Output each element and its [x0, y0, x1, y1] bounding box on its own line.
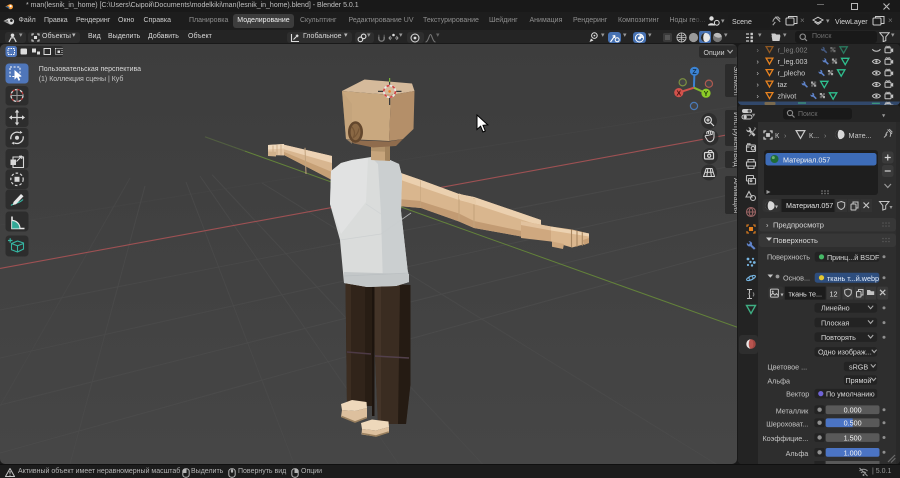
svg-text:Альфа: Альфа [786, 449, 809, 458]
svg-text:ткань т...й.webp: ткань т...й.webp [827, 274, 879, 283]
svg-text:Одно изображ...: Одно изображ... [818, 348, 872, 357]
svg-text:Опции: Опции [704, 50, 725, 57]
svg-text:Шероховат...: Шероховат... [766, 419, 808, 428]
svg-text:Поверхность: Поверхность [767, 253, 810, 262]
svg-text:Вид: Вид [732, 153, 737, 167]
svg-text:Плоская: Плоская [821, 318, 849, 327]
svg-text:По умолчанию: По умолчанию [826, 390, 875, 399]
svg-text:r_leg.003: r_leg.003 [778, 57, 808, 66]
svg-text:Мате...: Мате... [849, 131, 872, 140]
svg-text:1.500: 1.500 [844, 434, 862, 443]
svg-text:Материал.057: Материал.057 [786, 201, 833, 210]
svg-text:Y: Y [704, 91, 709, 98]
svg-text:Элемент: Элемент [732, 66, 737, 97]
svg-text:▾: ▾ [775, 205, 778, 211]
svg-text:Основ...: Основ... [783, 273, 810, 282]
svg-text:zhivot: zhivot [778, 91, 797, 100]
svg-text:Цветовое ...: Цветовое ... [767, 363, 807, 372]
svg-text:Альфа: Альфа [767, 376, 790, 385]
svg-text:Повторять: Повторять [821, 333, 856, 342]
svg-text:1.000: 1.000 [844, 448, 862, 457]
svg-text:Линейно: Линейно [821, 304, 850, 313]
svg-text:X: X [676, 90, 681, 97]
svg-text:taz: taz [778, 80, 788, 89]
svg-text:Пользовательская перспектива: Пользовательская перспектива [39, 66, 141, 73]
svg-text:Материал.057: Материал.057 [783, 156, 830, 165]
svg-text:Поверхность: Поверхность [773, 236, 818, 245]
svg-text:r_plecho: r_plecho [778, 68, 806, 77]
svg-text:К...: К... [809, 131, 819, 140]
svg-text:Поиск: Поиск [798, 111, 818, 118]
svg-text:r_leg.002: r_leg.002 [778, 45, 808, 54]
svg-text:Принц...й BSDF: Принц...й BSDF [827, 253, 880, 262]
svg-text:▾: ▾ [890, 205, 893, 211]
svg-text:Инструмент: Инструмент [732, 112, 737, 154]
svg-text:Z: Z [692, 69, 697, 76]
svg-text:sRGB: sRGB [849, 362, 868, 371]
svg-text:0.500: 0.500 [844, 419, 862, 428]
svg-text:Металлик: Металлик [776, 406, 809, 415]
svg-text:0.000: 0.000 [844, 406, 862, 415]
svg-text:Вектор: Вектор [786, 390, 809, 399]
svg-text:Анимация: Анимация [732, 178, 737, 213]
svg-text:12: 12 [830, 289, 838, 298]
svg-text:ткань те...: ткань те... [789, 289, 823, 298]
svg-text:Прямой: Прямой [846, 376, 872, 385]
svg-text:Коэффицие...: Коэффицие... [762, 434, 808, 443]
svg-text:Предпросмотр: Предпросмотр [773, 220, 824, 229]
svg-text:▾: ▾ [781, 293, 784, 299]
svg-text:(1) Коллекция сцены | Куб: (1) Коллекция сцены | Куб [39, 75, 124, 83]
